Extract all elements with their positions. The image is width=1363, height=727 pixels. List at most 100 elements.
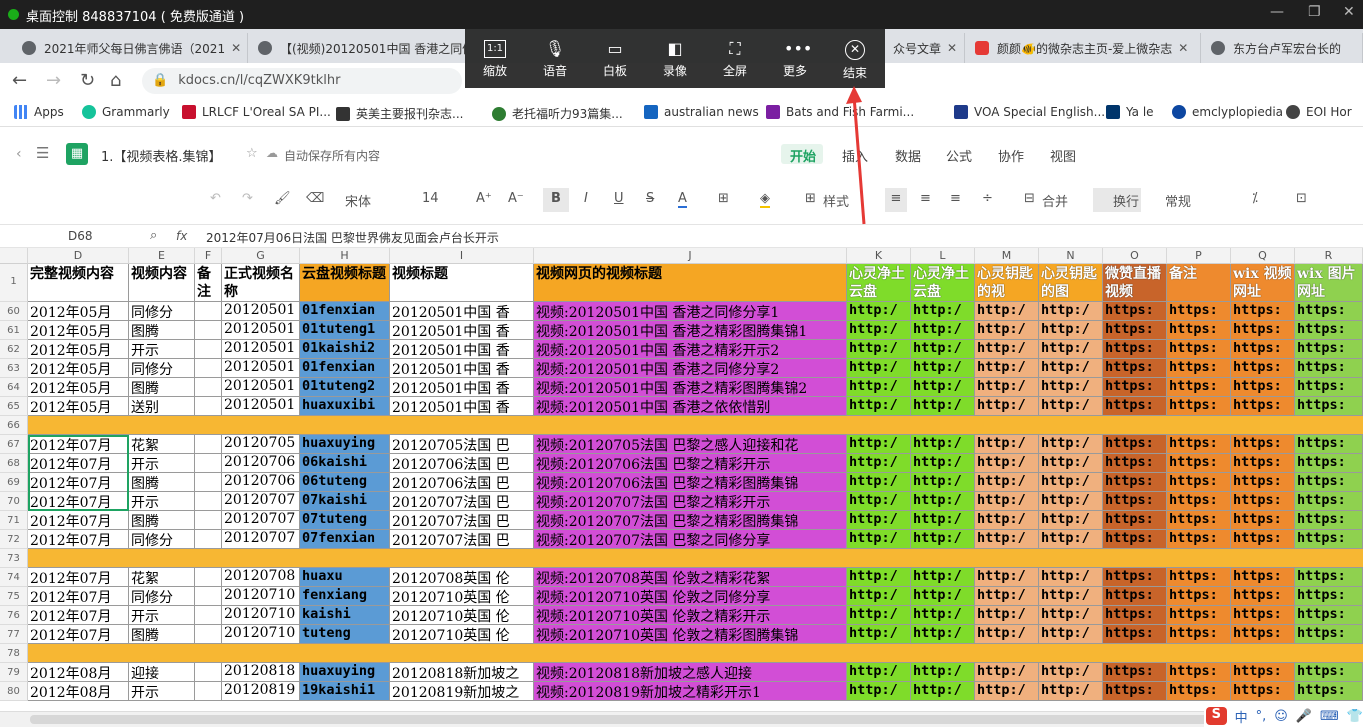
table-cell[interactable]: http:/ <box>911 568 975 587</box>
table-cell[interactable]: https: <box>1103 530 1167 549</box>
table-cell[interactable]: https: <box>1231 606 1295 625</box>
row-number[interactable]: 72 <box>0 530 28 549</box>
table-cell[interactable]: 花絮 <box>129 568 195 587</box>
table-cell[interactable] <box>390 416 534 435</box>
table-cell[interactable] <box>195 397 222 416</box>
header-cell[interactable]: 完整视频内容 <box>28 264 129 302</box>
table-cell[interactable]: 视频:20120708英国 伦敦之精彩花絮 <box>534 568 847 587</box>
table-cell[interactable]: 开示 <box>129 606 195 625</box>
table-cell[interactable] <box>1103 549 1167 568</box>
menu-tab-formula[interactable]: 公式 <box>946 146 972 165</box>
table-cell[interactable]: https: <box>1167 302 1231 321</box>
menu-tab-collab[interactable]: 协作 <box>998 146 1024 165</box>
table-cell[interactable]: http:/ <box>1039 321 1103 340</box>
table-cell[interactable]: 视频:20120501中国 香港之精彩图腾集锦1 <box>534 321 847 340</box>
table-cell[interactable]: https: <box>1167 663 1231 682</box>
table-cell[interactable]: http:/ <box>847 435 911 454</box>
url-omnibox[interactable]: 🔒 kdocs.cn/l/cqZWXK9tklhr <box>142 68 462 94</box>
table-cell[interactable] <box>1167 549 1231 568</box>
table-cell[interactable]: 图腾 <box>129 473 195 492</box>
table-cell[interactable]: 视频:20120819新加坡之精彩开示1 <box>534 682 847 701</box>
table-cell[interactable]: 01tuteng1 <box>300 321 390 340</box>
table-cell[interactable]: 20120501 <box>222 340 300 359</box>
table-cell[interactable]: https: <box>1103 397 1167 416</box>
table-cell[interactable]: http:/ <box>975 682 1039 701</box>
table-cell[interactable]: http:/ <box>1039 568 1103 587</box>
table-cell[interactable]: 20120710 <box>222 587 300 606</box>
table-cell[interactable]: 2012年05月 <box>28 321 129 340</box>
table-cell[interactable]: http:/ <box>975 397 1039 416</box>
table-cell[interactable]: 视频:20120501中国 香港之依依惜别 <box>534 397 847 416</box>
table-cell[interactable]: huaxuying <box>300 663 390 682</box>
table-cell[interactable] <box>1039 549 1103 568</box>
table-cell[interactable]: 视频:20120501中国 香港之精彩开示2 <box>534 340 847 359</box>
table-cell[interactable] <box>28 416 129 435</box>
table-cell[interactable]: 2012年07月 <box>28 606 129 625</box>
table-cell[interactable]: https: <box>1103 435 1167 454</box>
vertical-align-icon[interactable]: ÷ <box>982 191 993 206</box>
table-cell[interactable]: https: <box>1103 378 1167 397</box>
row-number[interactable]: 62 <box>0 340 28 359</box>
table-cell[interactable]: https: <box>1231 454 1295 473</box>
column-header[interactable]: R <box>1295 248 1363 264</box>
table-cell[interactable] <box>911 416 975 435</box>
table-cell[interactable]: http:/ <box>911 359 975 378</box>
table-cell[interactable]: 20120501 <box>222 378 300 397</box>
table-cell[interactable] <box>195 321 222 340</box>
table-cell[interactable] <box>1039 416 1103 435</box>
table-cell[interactable]: https: <box>1103 359 1167 378</box>
table-cell[interactable]: 20120706 <box>222 473 300 492</box>
header-cell[interactable]: 心灵净土云盘 <box>911 264 975 302</box>
table-cell[interactable]: http:/ <box>1039 473 1103 492</box>
bookmark-voa[interactable]: VOA Special English... <box>954 105 1105 119</box>
table-cell[interactable]: https: <box>1231 302 1295 321</box>
menu-tab-start[interactable]: 开始 <box>790 146 816 165</box>
table-cell[interactable]: 07kaishi <box>300 492 390 511</box>
table-cell[interactable]: https: <box>1231 625 1295 644</box>
table-cell[interactable]: 2012年08月 <box>28 663 129 682</box>
table-cell[interactable]: https: <box>1295 435 1363 454</box>
table-cell[interactable]: https: <box>1295 511 1363 530</box>
table-cell[interactable]: https: <box>1103 321 1167 340</box>
table-cell[interactable]: 开示 <box>129 492 195 511</box>
ime-chinese-icon[interactable]: 中 <box>1235 707 1248 726</box>
table-cell[interactable]: 20120710英国 伦 <box>390 587 534 606</box>
table-cell[interactable]: 20120708英国 伦 <box>390 568 534 587</box>
table-cell[interactable]: 2012年07月 <box>28 587 129 606</box>
table-cell[interactable]: 20120710 <box>222 625 300 644</box>
table-cell[interactable]: 20120710 <box>222 606 300 625</box>
table-cell[interactable]: http:/ <box>911 397 975 416</box>
table-cell[interactable]: http:/ <box>975 606 1039 625</box>
table-cell[interactable]: 20120501 <box>222 359 300 378</box>
border-icon[interactable]: ⊞ <box>718 191 729 206</box>
table-cell[interactable]: https: <box>1295 378 1363 397</box>
ime-mic-icon[interactable]: 🎤 <box>1296 709 1312 724</box>
table-cell[interactable] <box>1231 644 1295 663</box>
table-cell[interactable] <box>534 549 847 568</box>
table-cell[interactable]: 2012年05月 <box>28 340 129 359</box>
table-cell[interactable] <box>195 302 222 321</box>
table-cell[interactable]: https: <box>1295 663 1363 682</box>
table-cell[interactable]: https: <box>1167 625 1231 644</box>
table-cell[interactable]: tuteng <box>300 625 390 644</box>
table-cell[interactable]: http:/ <box>1039 340 1103 359</box>
ime-skin-icon[interactable]: 👕 <box>1347 709 1363 724</box>
bookmark-australian-news[interactable]: australian news <box>644 105 759 119</box>
table-cell[interactable]: https: <box>1231 511 1295 530</box>
table-cell[interactable]: http:/ <box>1039 492 1103 511</box>
table-cell[interactable]: http:/ <box>975 340 1039 359</box>
table-cell[interactable]: 20120819 <box>222 682 300 701</box>
table-style-icon[interactable]: ⊞ <box>805 191 816 206</box>
table-cell[interactable]: 20120819新加坡之 <box>390 682 534 701</box>
zoom-button[interactable]: 1:1 缩放 <box>465 29 525 88</box>
close-icon[interactable]: ✕ <box>1343 4 1355 20</box>
table-cell[interactable]: 图腾 <box>129 321 195 340</box>
header-cell[interactable]: 备注 <box>1167 264 1231 302</box>
row-number[interactable]: 65 <box>0 397 28 416</box>
table-cell[interactable]: http:/ <box>1039 302 1103 321</box>
table-cell[interactable] <box>847 549 911 568</box>
table-cell[interactable]: 开示 <box>129 340 195 359</box>
table-cell[interactable] <box>129 549 195 568</box>
table-cell[interactable]: 19kaishi1 <box>300 682 390 701</box>
table-cell[interactable]: https: <box>1167 340 1231 359</box>
